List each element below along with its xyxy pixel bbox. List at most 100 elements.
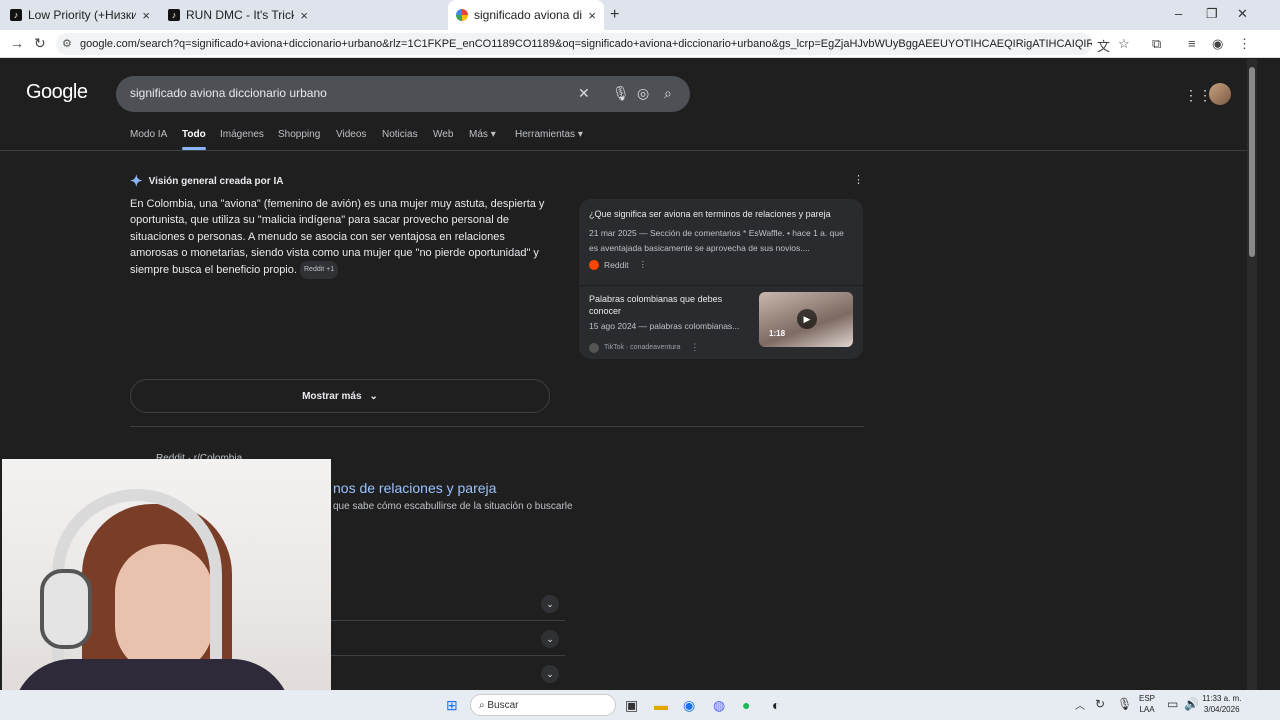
page-scrollbar[interactable] (1247, 59, 1257, 690)
related-question[interactable]: ⌄ (330, 657, 565, 690)
microphone-icon[interactable]: 🎙 (612, 85, 630, 102)
close-tab-icon[interactable]: × (300, 8, 308, 23)
volume-icon[interactable]: 🔊 (1184, 697, 1199, 711)
headphones-cup (40, 569, 92, 649)
webcam-overlay (2, 459, 331, 720)
source-site-name: TikTok · conadeaventura (604, 344, 681, 351)
chrome-icon[interactable]: ◉ (683, 697, 695, 714)
task-view-icon[interactable]: ▣ (625, 697, 638, 714)
browser-tab-3[interactable]: significado aviona diccionario u × (448, 0, 604, 30)
taskbar: ⊞ ⌕ Buscar ▣ ▬ ◉ ◍ ● ◐ ︿ ↻ 🎙 ESP LAA ▭ 🔊… (0, 690, 1280, 720)
sources-panel: ¿Que significa ser aviona en terminos de… (579, 199, 863, 359)
video-thumbnail[interactable]: ▶ 1:18 (759, 292, 853, 347)
tools-button[interactable]: Herramientas ▾ (515, 129, 583, 140)
video-duration: 1:18 (769, 329, 786, 338)
profile-icon[interactable]: ◉ (1212, 36, 1223, 52)
result-snippet: que sabe cómo escabullirse de la situaci… (333, 501, 573, 512)
reload-icon[interactable]: ↻ (34, 35, 46, 52)
browser-tab-2[interactable]: ♪ RUN DMC - It's Tricky #rundm × (160, 0, 316, 30)
language-indicator[interactable]: ESP LAA (1139, 693, 1155, 715)
search-icon: ⌕ (479, 699, 485, 711)
tab-modo-ia[interactable]: Modo IA (130, 129, 167, 140)
spotify-icon[interactable]: ● (742, 697, 750, 713)
chevron-down-icon[interactable]: ⌄ (541, 630, 559, 648)
taskbar-search[interactable]: ⌕ Buscar (470, 694, 616, 716)
clear-icon[interactable]: ✕ (578, 85, 590, 102)
search-input[interactable]: significado aviona diccionario urbano (130, 86, 327, 100)
translate-icon[interactable]: 文 (1097, 36, 1110, 55)
bookmark-star-icon[interactable]: ☆ (1118, 36, 1130, 52)
start-icon[interactable]: ⊞ (446, 697, 458, 714)
chevron-down-icon: ⌄ (369, 390, 378, 402)
tab-todo[interactable]: Todo (182, 129, 206, 150)
tab-title: Low Priority (+Низкий приори (28, 8, 137, 22)
scrollbar-thumb[interactable] (1249, 67, 1255, 257)
address-bar[interactable]: google.com/search?q=significado+aviona+d… (56, 33, 1092, 55)
tab-shopping[interactable]: Shopping (278, 129, 320, 140)
taskbar-search-label: Buscar (487, 699, 519, 711)
close-window-icon[interactable]: ✕ (1237, 6, 1248, 22)
tab-web[interactable]: Web (433, 129, 453, 140)
ai-overview-text: En Colombia, una "aviona" (femenino de a… (130, 196, 550, 280)
new-tab-icon[interactable]: + (610, 6, 619, 24)
source-snippet: 15 ago 2024 — palabras colombianas... (589, 321, 740, 331)
search-icon[interactable]: ⌕ (664, 85, 672, 102)
clock[interactable]: 11:33 a. m. 3/04/2026 (1202, 693, 1241, 715)
obs-icon[interactable]: ◐ (772, 697, 780, 713)
search-box[interactable]: significado aviona diccionario urbano ✕ … (116, 76, 690, 112)
lens-icon[interactable]: ◎ (637, 85, 649, 102)
chevron-down-icon[interactable]: ⌄ (541, 595, 559, 613)
clock-date: 3/04/2026 (1203, 705, 1240, 714)
ai-overview-heading: ✦ Visión general creada por IA (130, 172, 283, 190)
close-tab-icon[interactable]: × (588, 8, 596, 23)
close-tab-icon[interactable]: × (142, 8, 150, 23)
result-title-link[interactable]: nos de relaciones y pareja (333, 480, 496, 496)
tab-imagenes[interactable]: Imágenes (220, 129, 264, 140)
more-options-icon[interactable]: ⋮ (690, 342, 699, 353)
tab-mas-label: Más (469, 129, 488, 140)
source-site: Reddit ⋮ (589, 259, 647, 270)
source-chip[interactable]: Reddit +1 (300, 261, 339, 280)
microphone-icon[interactable]: 🎙 (1117, 697, 1132, 711)
show-more-button[interactable]: Mostrar más ⌄ (130, 379, 550, 413)
reddit-icon (589, 259, 599, 270)
more-options-icon[interactable]: ⋮ (853, 173, 864, 186)
divider (579, 285, 863, 286)
sparkle-icon: ✦ (130, 173, 143, 190)
chevron-up-icon[interactable]: ︿ (1075, 697, 1085, 712)
restore-icon[interactable]: ❐ (1206, 6, 1218, 22)
browser-tab-1[interactable]: ♪ Low Priority (+Низкий приори × (2, 0, 158, 30)
network-icon[interactable]: ▭ (1167, 697, 1178, 711)
google-logo[interactable]: Google (26, 81, 88, 104)
browser-toolbar: → ↻ google.com/search?q=significado+avio… (0, 30, 1280, 58)
tab-noticias[interactable]: Noticias (382, 129, 418, 140)
discord-icon[interactable]: ◍ (713, 697, 725, 714)
menu-icon[interactable]: ⋮ (1238, 36, 1251, 52)
minimize-icon[interactable]: – (1175, 6, 1182, 21)
related-question[interactable]: ⌄ (330, 622, 565, 656)
play-icon[interactable]: ▶ (797, 309, 817, 329)
ai-overview-title: Visión general creada por IA (148, 175, 284, 187)
tab-mas[interactable]: Más ▾ (469, 129, 496, 140)
dropdown-icon: ▾ (577, 129, 583, 140)
dropdown-icon: ▾ (490, 129, 496, 140)
related-question[interactable]: ⌄ (330, 587, 565, 621)
divider (130, 426, 864, 427)
tiktok-icon: ♪ (10, 9, 22, 21)
tools-label: Herramientas (515, 129, 576, 140)
language-code: ESP (1139, 694, 1156, 703)
source-title[interactable]: ¿Que significa ser aviona en terminos de… (589, 209, 854, 219)
back-icon[interactable]: → (10, 35, 24, 51)
tab-title: RUN DMC - It's Tricky #rundm (186, 8, 295, 22)
tab-videos[interactable]: Videos (336, 129, 366, 140)
site-info-icon[interactable]: ⚙ (62, 37, 72, 50)
source-title[interactable]: Palabras colombianas que debes conocer (589, 293, 754, 317)
google-icon (456, 9, 468, 21)
avatar[interactable] (1209, 83, 1231, 105)
sync-icon[interactable]: ↻ (1095, 697, 1105, 711)
media-icon[interactable]: ≡ (1188, 36, 1196, 51)
more-options-icon[interactable]: ⋮ (639, 259, 648, 270)
chevron-down-icon[interactable]: ⌄ (541, 665, 559, 683)
file-explorer-icon[interactable]: ▬ (654, 697, 668, 713)
extensions-icon[interactable]: ⧉ (1152, 36, 1161, 52)
